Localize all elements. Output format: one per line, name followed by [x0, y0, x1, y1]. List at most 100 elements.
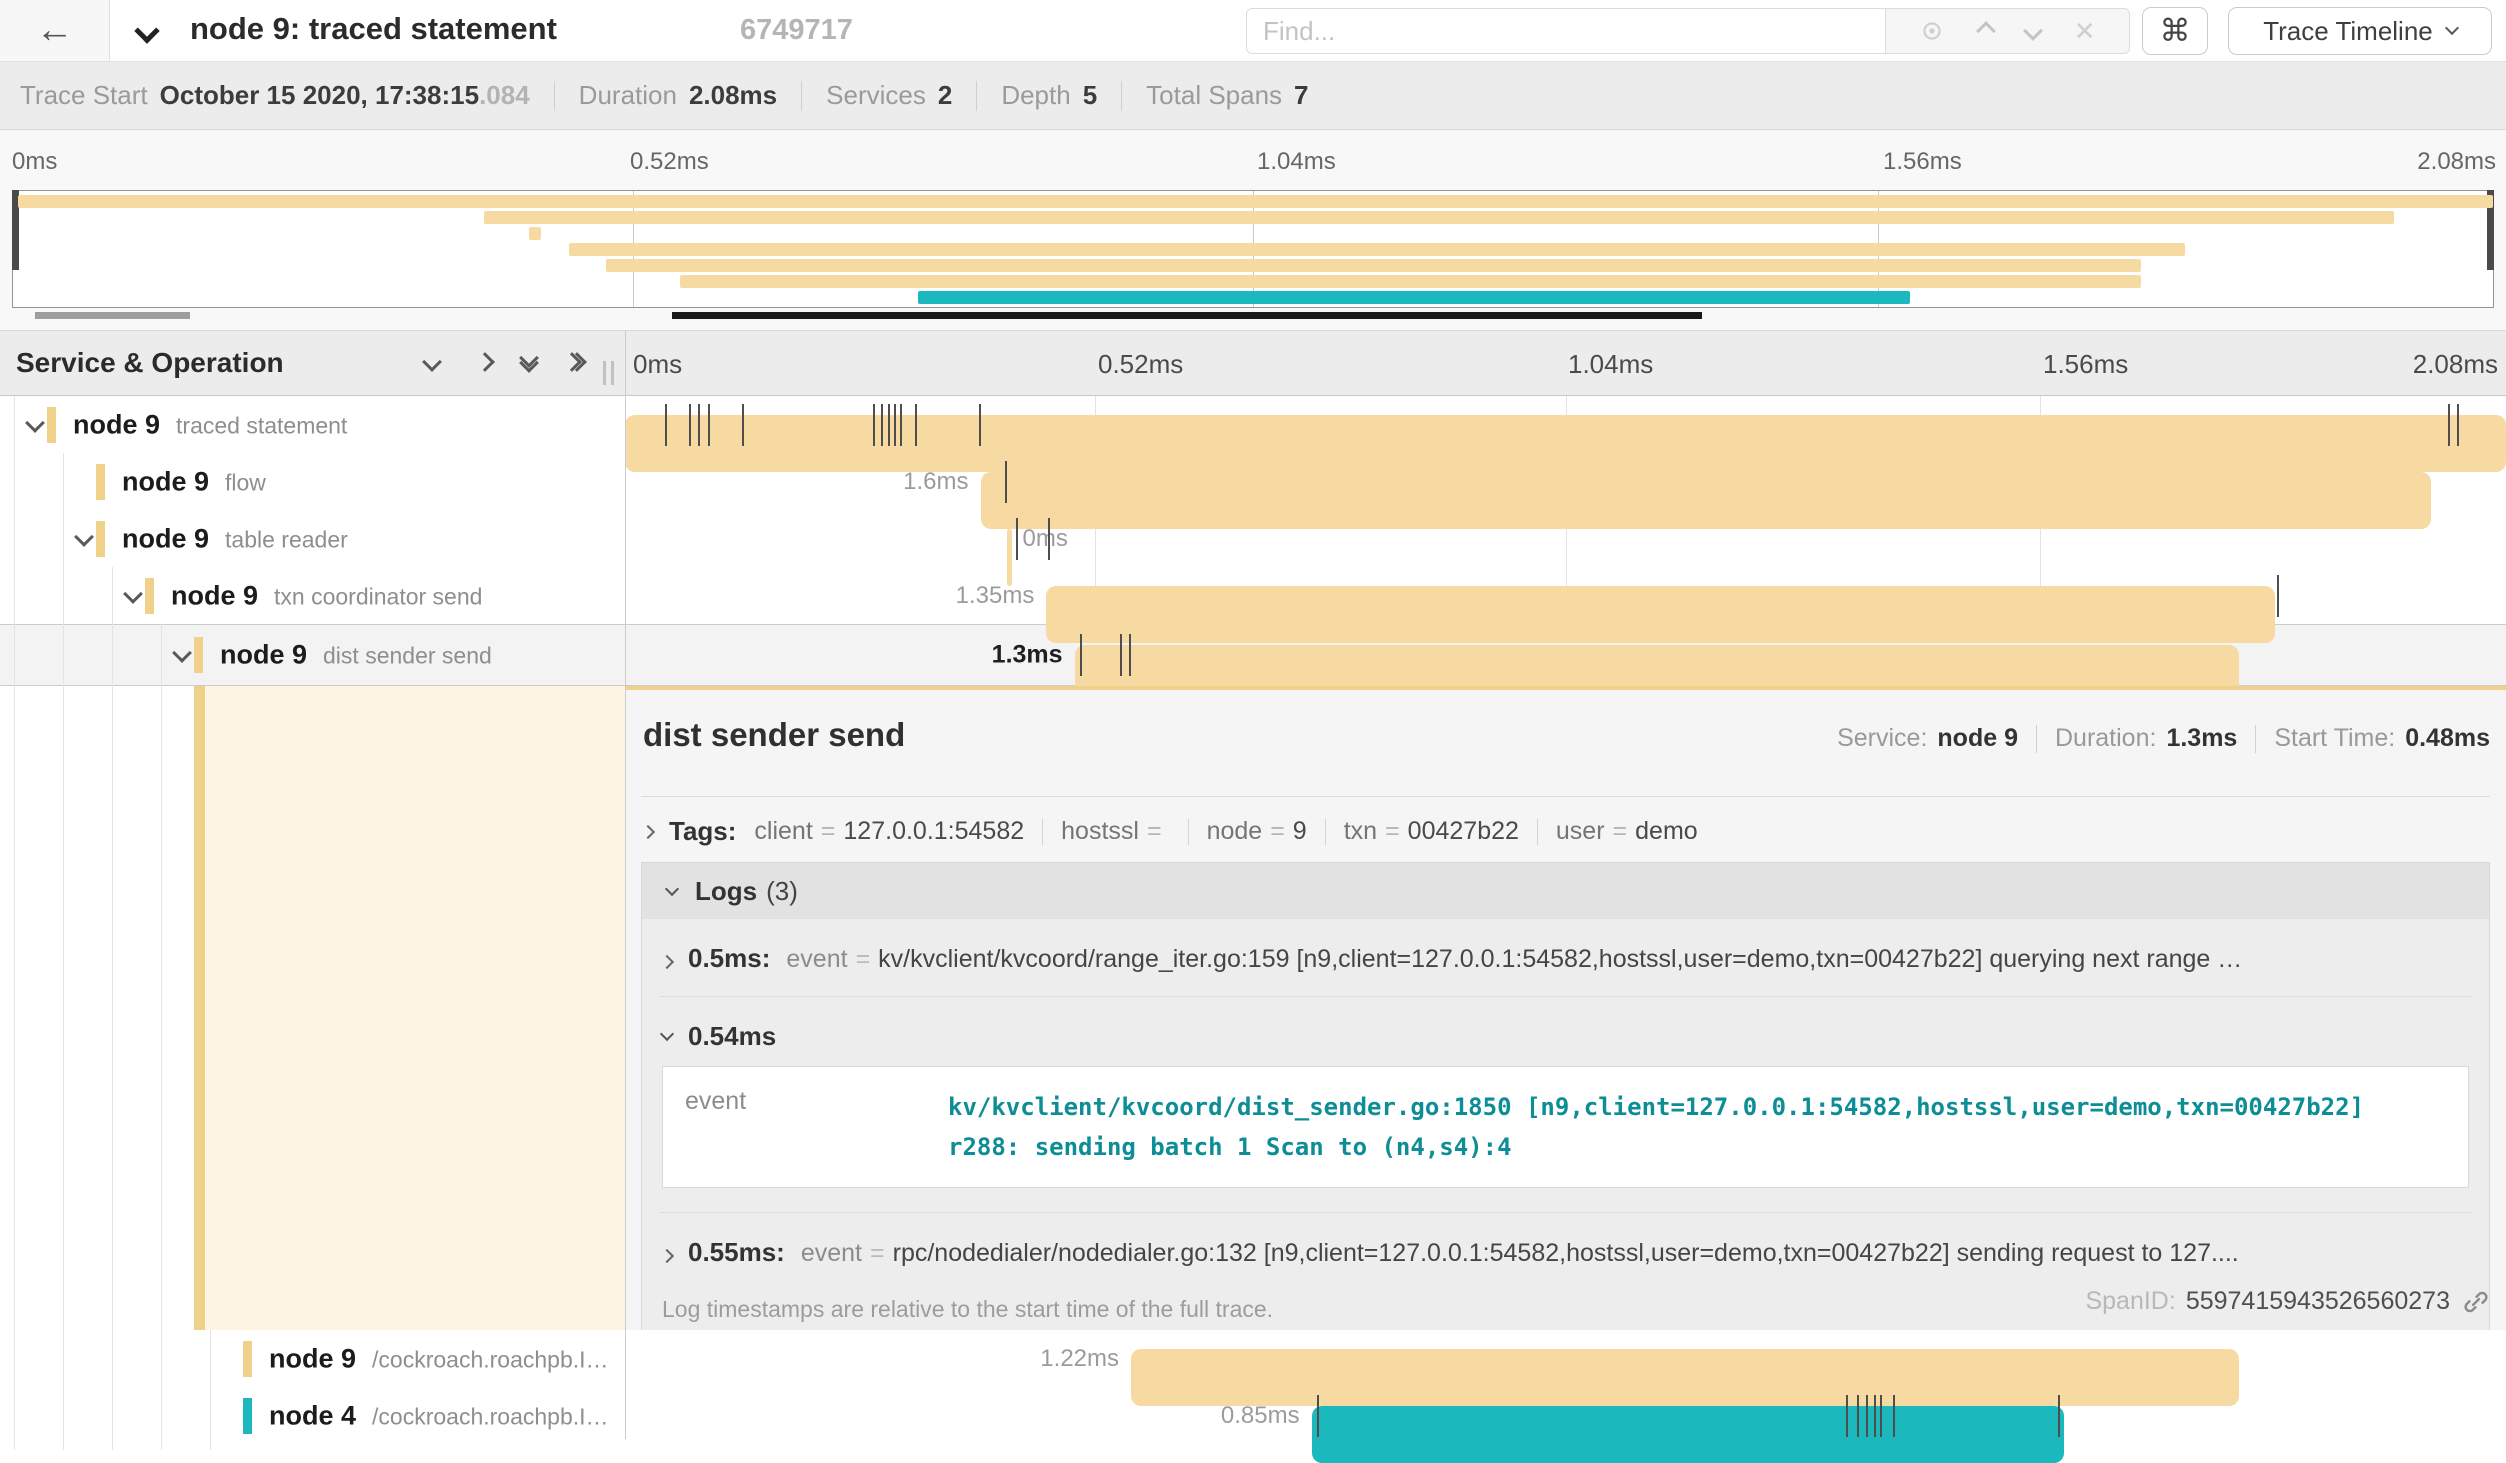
separator — [1188, 819, 1189, 845]
log-marker-tick — [1129, 634, 1131, 676]
log-time: 0.54ms — [688, 1021, 776, 1052]
column-divider[interactable] — [625, 330, 626, 1439]
log-marker-tick — [2448, 404, 2450, 446]
log-marker-tick — [1005, 461, 1007, 503]
log-marker-tick — [915, 404, 917, 446]
span-service-name: node 9table reader — [122, 523, 348, 554]
chevron-down-icon[interactable] — [425, 355, 439, 374]
minimap-span — [13, 227, 2493, 240]
scrollbar-thumb[interactable] — [672, 312, 1702, 319]
span-bar[interactable] — [1312, 1406, 2064, 1463]
chevron-right-icon[interactable] — [478, 355, 492, 374]
span-detail-meta: Service: node 9 Duration: 1.3ms Start Ti… — [1837, 724, 2490, 753]
log-expander-icon — [660, 1026, 674, 1040]
span-row[interactable]: node 9/cockroach.roachpb.I… 1.22ms — [0, 1330, 2506, 1387]
span-row[interactable]: node 9traced statement — [0, 396, 2506, 453]
span-service-name: node 9flow — [122, 466, 266, 497]
log-eq: = — [870, 1239, 885, 1268]
services-label: Services — [826, 80, 926, 111]
find-input[interactable] — [1246, 8, 1886, 54]
command-icon: ⌘ — [2160, 13, 2191, 49]
log-value: kv/kvclient/kvcoord/range_iter.go:159 [n… — [878, 945, 2242, 974]
span-row[interactable]: node 9flow 1.6ms — [0, 453, 2506, 510]
log-marker-tick — [1893, 1395, 1895, 1437]
span-track[interactable] — [625, 396, 2506, 453]
tag-value: 9 — [1293, 817, 1307, 846]
log-field-value: kv/kvclient/kvcoord/dist_sender.go:1850 … — [948, 1087, 2368, 1167]
duration-value: 1.3ms — [2166, 724, 2237, 753]
scrollbar-piece[interactable] — [35, 312, 190, 319]
minimap-span — [13, 195, 2493, 208]
tags-row: Tags: client=127.0.0.1:54582 hostssl= no… — [643, 816, 1698, 847]
column-resizer[interactable] — [603, 361, 614, 385]
span-track[interactable]: 1.3ms — [625, 625, 2506, 685]
log-marker-tick — [1846, 1395, 1848, 1437]
span-color-bar — [145, 578, 154, 614]
log-marker-tick — [979, 404, 981, 446]
span-track[interactable]: 1.6ms — [625, 453, 2506, 510]
separator — [2036, 725, 2037, 753]
separator — [801, 81, 802, 111]
row-chevron-down-icon[interactable] — [172, 643, 192, 663]
log-marker-tick — [894, 404, 896, 446]
row-chevron-down-icon[interactable] — [25, 413, 45, 433]
view-dropdown-button[interactable]: Trace Timeline — [2228, 7, 2492, 55]
log-entry[interactable]: 0.55ms: event = rpc/nodedialer/nodediale… — [660, 1213, 2471, 1290]
log-key: event — [801, 1239, 862, 1268]
timeline-tick: 0.52ms — [1098, 349, 1183, 380]
double-chevron-right-icon[interactable] — [565, 355, 584, 369]
span-track[interactable]: 0ms — [625, 510, 2506, 567]
back-button[interactable]: ← — [0, 0, 110, 61]
log-marker-tick — [1880, 1395, 1882, 1437]
timeline-header-row: Service & Operation 0ms 0.52ms 1.04ms 1.… — [0, 330, 2506, 396]
span-color-bar — [243, 1341, 252, 1377]
trace-start-ms: .084 — [479, 80, 530, 111]
trace-minimap: 0ms 0.52ms 1.04ms 1.56ms 2.08ms — [0, 130, 2506, 330]
span-duration-label: 0.85ms — [1221, 1402, 1300, 1430]
minimap-canvas[interactable] — [12, 190, 2494, 308]
logs-section: Logs (3) 0.5ms: event = kv/kvclient/kvco… — [641, 862, 2490, 1346]
minimap-tick: 1.56ms — [1883, 148, 1962, 176]
page-title: node 9: traced statement — [190, 11, 557, 47]
span-row[interactable]: node 9txn coordinator send 1.35ms — [0, 567, 2506, 624]
span-color-bar — [194, 637, 203, 673]
span-row-selected[interactable]: node 9dist sender send 1.3ms — [0, 625, 2506, 685]
timeline-tick: 0ms — [633, 349, 682, 380]
indent-guide — [112, 686, 113, 1330]
keyboard-shortcuts-button[interactable]: ⌘ — [2142, 7, 2208, 55]
log-key: event — [786, 945, 847, 974]
find-next-icon[interactable] — [2023, 21, 2043, 41]
collapse-trace-chevron-icon[interactable] — [134, 18, 159, 43]
find-clear-icon[interactable]: ✕ — [2074, 16, 2096, 47]
locate-icon[interactable] — [1919, 18, 1945, 44]
log-field-table: event kv/kvclient/kvcoord/dist_sender.go… — [662, 1066, 2469, 1188]
logs-header[interactable]: Logs (3) — [642, 863, 2489, 919]
span-row[interactable]: node 9table reader 0ms — [0, 510, 2506, 567]
log-entry-expanded[interactable]: 0.54ms — [660, 997, 2471, 1062]
tag-key: node — [1207, 817, 1263, 846]
find-prev-icon[interactable] — [1976, 21, 1996, 41]
span-track[interactable]: 1.35ms — [625, 567, 2506, 624]
log-time: 0.55ms: — [688, 1237, 785, 1268]
span-track[interactable]: 0.85ms — [625, 1387, 2506, 1444]
minimap-span — [13, 275, 2493, 288]
minimap-tick: 0.52ms — [630, 148, 709, 176]
link-icon[interactable] — [2462, 1288, 2490, 1316]
span-id-value: 5597415943526560273 — [2186, 1287, 2450, 1316]
row-chevron-down-icon[interactable] — [74, 527, 94, 547]
log-time: 0.5ms: — [688, 943, 770, 974]
tag-eq: = — [821, 817, 836, 846]
span-row[interactable]: node 4/cockroach.roachpb.I… 0.85ms — [0, 1387, 2506, 1444]
log-field-key: event — [663, 1087, 948, 1167]
log-entry[interactable]: 0.5ms: event = kv/kvclient/kvcoord/range… — [660, 919, 2471, 996]
tag-key: user — [1556, 817, 1605, 846]
tags-expander-icon[interactable] — [641, 824, 655, 838]
span-operation: /cockroach.roachpb.I… — [372, 1403, 609, 1429]
span-duration-label: 1.6ms — [903, 468, 968, 496]
double-chevron-down-icon[interactable] — [522, 351, 536, 370]
span-track[interactable]: 1.22ms — [625, 1330, 2506, 1387]
log-value: rpc/nodedialer/nodedialer.go:132 [n9,cli… — [893, 1239, 2239, 1268]
row-chevron-down-icon[interactable] — [123, 584, 143, 604]
minimap-scrollbar[interactable] — [0, 312, 2506, 319]
duration-label: Duration — [579, 80, 677, 111]
